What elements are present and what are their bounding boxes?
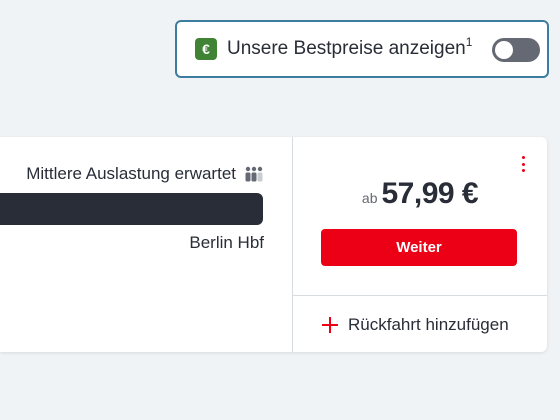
- connection-card: Mittlere Auslastung erwartet Berlin Hbf …: [0, 137, 547, 352]
- journey-timeline-bar: [0, 193, 263, 225]
- more-options-button[interactable]: [519, 154, 527, 174]
- price-prefix: ab: [361, 190, 378, 206]
- more-vertical-icon-dot: [521, 156, 525, 159]
- more-vertical-icon-dot: [521, 162, 525, 166]
- best-price-toggle[interactable]: € Unsere Bestpreise anzeigen1: [175, 20, 549, 78]
- best-price-label: Unsere Bestpreise anzeigen1: [227, 35, 473, 60]
- best-price-switch[interactable]: [492, 38, 540, 62]
- euro-glyph: €: [202, 41, 210, 57]
- people-icon: [245, 166, 263, 182]
- price-value: 57,99 €: [381, 177, 479, 210]
- price: ab 57,99 €: [293, 177, 547, 211]
- footnote-marker: 1: [465, 35, 473, 49]
- switch-knob: [495, 41, 513, 59]
- price-panel: ab 57,99 € Weiter Rückfahrt hinzufügen: [293, 137, 547, 352]
- continue-button[interactable]: Weiter: [321, 229, 517, 266]
- destination-station: Berlin Hbf: [189, 233, 264, 252]
- best-price-text: Unsere Bestpreise anzeigen: [227, 38, 466, 59]
- occupancy-label: Mittlere Auslastung erwartet: [26, 164, 236, 183]
- occupancy-info: Mittlere Auslastung erwartet: [26, 164, 264, 184]
- panel-divider: [293, 295, 547, 296]
- connection-details[interactable]: Mittlere Auslastung erwartet Berlin Hbf: [0, 137, 292, 352]
- euro-icon: €: [195, 38, 217, 60]
- more-vertical-icon-dot: [521, 169, 525, 172]
- plus-icon: [322, 317, 338, 333]
- add-return-trip-button[interactable]: Rückfahrt hinzufügen: [321, 315, 509, 335]
- add-return-trip-label: Rückfahrt hinzufügen: [348, 315, 509, 334]
